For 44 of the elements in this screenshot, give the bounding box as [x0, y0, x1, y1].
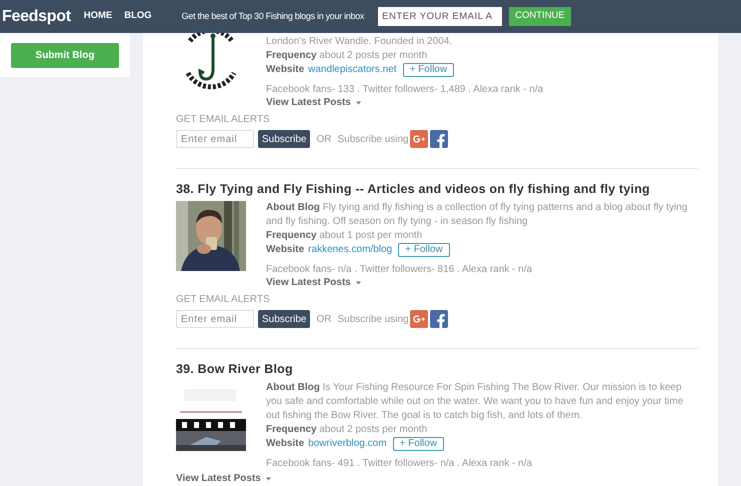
- nav-link[interactable]: HOME: [84, 9, 112, 24]
- stats-text: Facebook fans- n/a . Twitter followers- 816 . Alexa rank - n/a: [266, 263, 534, 276]
- blog-title[interactable]: 39. Bow River Blog: [176, 361, 698, 377]
- subscribe-using-text: Subscribe using: [337, 132, 409, 146]
- subscribe-button[interactable]: Subscribe: [258, 130, 310, 148]
- follow-button[interactable]: + Follow: [398, 243, 450, 257]
- frequency-text: Frequency about 2 posts per month: [266, 423, 428, 437]
- view-latest-posts-link[interactable]: View Latest Posts: [266, 96, 698, 109]
- view-latest-posts-link[interactable]: View Latest Posts: [266, 276, 698, 289]
- nav-link[interactable]: BLOG: [124, 9, 152, 24]
- caret-icon: [356, 100, 361, 104]
- view-latest-posts-link[interactable]: View Latest Posts: [176, 472, 698, 485]
- about-text: About Blog Is Your Fishing Resource For Spin Fishing The Bow River. Our mission is to keep you safe and comfortable while out on the water. We want you to have fun and enjoy your time out fishing the Bow River. The goal is to catch big fish, and lots of them.: [266, 381, 684, 423]
- frequency-text: Frequency about 2 posts per month: [266, 49, 428, 63]
- logo[interactable]: Feedspot: [2, 4, 71, 28]
- email-field[interactable]: ENTER YOUR EMAIL A: [378, 7, 502, 26]
- website-label: Website: [266, 63, 304, 77]
- email-field[interactable]: Enter email: [176, 130, 254, 148]
- follow-button[interactable]: + Follow: [392, 437, 444, 451]
- caret-icon: [266, 476, 271, 480]
- subscribe-button[interactable]: Subscribe: [258, 310, 310, 328]
- frequency-text: Frequency about 1 post per month: [266, 229, 424, 243]
- alerts-heading: GET EMAIL ALERTS: [176, 293, 271, 306]
- caret-icon: [356, 280, 361, 284]
- subscribe-using-text: Subscribe using: [337, 312, 409, 326]
- email-field[interactable]: Enter email: [176, 310, 254, 328]
- or-text: OR: [316, 312, 332, 326]
- website-label: Website: [266, 437, 304, 451]
- google-plus-icon[interactable]: [410, 130, 428, 148]
- google-plus-icon[interactable]: [410, 310, 428, 328]
- website-link[interactable]: bowriverblog.com: [308, 437, 387, 451]
- blog-title[interactable]: 38. Fly Tying and Fly Fishing -- Articles and videos on fly fishing and fly tying: [176, 181, 698, 197]
- facebook-icon[interactable]: [430, 130, 448, 148]
- stats-text: Facebook fans- 133 . Twitter followers- 1,489 . Alexa rank - n/a: [266, 83, 544, 96]
- follow-button[interactable]: + Follow: [402, 63, 454, 77]
- website-link[interactable]: rakkenes.com/blog: [308, 243, 392, 257]
- facebook-icon[interactable]: [430, 310, 448, 328]
- or-text: OR: [316, 132, 332, 146]
- about-text: London's River Wandle. Founded in 2004.: [266, 35, 454, 49]
- website-link[interactable]: wandlepiscators.net: [308, 63, 397, 77]
- promo-text: Get the best of Top 30 Fishing blogs in your inbox: [182, 10, 364, 23]
- alerts-heading: GET EMAIL ALERTS: [176, 113, 271, 126]
- website-label: Website: [266, 243, 304, 257]
- stats-text: Facebook fans- 491 . Twitter followers- n/a . Alexa rank - n/a: [266, 457, 534, 470]
